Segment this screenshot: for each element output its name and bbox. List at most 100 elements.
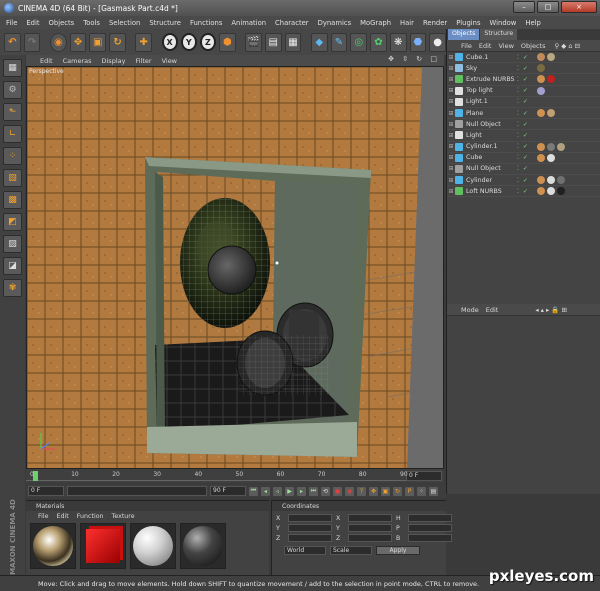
menu-render[interactable]: Render — [423, 19, 447, 27]
cube-primitive-icon[interactable]: ◆ — [310, 32, 328, 52]
mm-menu-file[interactable]: File — [38, 513, 49, 520]
pos-y-input[interactable] — [288, 524, 332, 532]
menu-tools[interactable]: Tools — [83, 19, 100, 27]
close-button[interactable]: × — [561, 1, 597, 13]
expand-icon[interactable]: ⊞ — [447, 143, 455, 150]
world-mode-select[interactable]: World — [284, 546, 326, 555]
am-menu-edit[interactable]: Edit — [486, 306, 499, 314]
x-axis-lock-button[interactable]: X — [161, 33, 178, 51]
pos-x-input[interactable] — [288, 514, 332, 522]
material-red[interactable] — [80, 523, 126, 569]
goto-start-icon[interactable]: ⏮ — [249, 486, 258, 496]
next-key-icon[interactable]: ▸ — [297, 486, 306, 496]
menu-functions[interactable]: Functions — [190, 19, 222, 27]
object-row[interactable]: ⊞ Cylinder ⁚ ✓ — [447, 175, 600, 187]
menu-animation[interactable]: Animation — [231, 19, 266, 27]
size-y-input[interactable] — [348, 524, 392, 532]
snap-icon[interactable]: ▨ — [3, 235, 22, 253]
move-tool-icon[interactable]: ✥ — [69, 32, 87, 52]
scale-tool-icon[interactable]: ▣ — [89, 32, 107, 52]
expand-icon[interactable]: ⊞ — [447, 98, 455, 105]
visibility-flags-icon[interactable]: ⁚ ✓ — [517, 143, 529, 150]
keyframe-selection-icon[interactable]: ? — [357, 486, 366, 496]
rotation-key-icon[interactable]: ↻ — [393, 486, 402, 496]
object-row[interactable]: ⊞ Top light ⁚ ✓ — [447, 86, 600, 97]
object-row[interactable]: ⊞ Null Object ⁚ ✓ — [447, 119, 600, 131]
make-editable-icon[interactable]: ▦ — [3, 59, 22, 77]
om-menu-edit[interactable]: Edit — [479, 42, 492, 50]
tag-icon[interactable] — [537, 153, 545, 162]
tag-icon[interactable] — [547, 75, 555, 84]
menu-mograph[interactable]: MoGraph — [360, 19, 391, 27]
prev-key-icon[interactable]: ◂ — [261, 486, 270, 496]
visibility-flags-icon[interactable]: ⁚ ✓ — [517, 165, 529, 172]
y-axis-lock-button[interactable]: Y — [180, 33, 197, 51]
visibility-flags-icon[interactable]: ⁚ ✓ — [517, 65, 529, 72]
record-keys-icon[interactable]: ● — [333, 486, 342, 496]
deformer-icon[interactable]: ❋ — [389, 32, 407, 52]
expand-icon[interactable]: ⊞ — [447, 110, 455, 117]
autokey-icon[interactable]: ◉ — [345, 486, 354, 496]
am-nav-icons[interactable]: ◂ ▴ ▸ 🔒 ⊞ — [535, 306, 567, 314]
visibility-flags-icon[interactable]: ⁚ ✓ — [517, 54, 529, 61]
array-icon[interactable]: ✿ — [370, 32, 387, 52]
points-mode-icon[interactable]: ⁘ — [3, 147, 22, 165]
menu-edit[interactable]: Edit — [26, 19, 39, 27]
tag-icon[interactable] — [547, 53, 555, 62]
live-selection-icon[interactable]: ◉ — [49, 32, 67, 52]
object-row[interactable]: ⊞ Cylinder.1 ⁚ ✓ — [447, 142, 600, 153]
minimize-button[interactable]: – — [513, 1, 535, 13]
tag-icon[interactable] — [557, 187, 565, 196]
camera-icon[interactable]: ● — [429, 32, 446, 52]
material-chrome[interactable] — [30, 523, 76, 569]
object-row[interactable]: ⊞ Cube ⁚ ✓ — [447, 153, 600, 164]
om-search-icon[interactable]: ⚲ ◆ ⌂ ⊟ — [554, 42, 580, 50]
viewport-menu-filter[interactable]: Filter — [135, 57, 151, 65]
texture-mode-icon[interactable]: ⬑ — [3, 103, 22, 121]
viewport-navigation-icons[interactable]: ✥ ⇳ ↻ □ — [388, 55, 440, 63]
render-settings-icon[interactable]: ▦ — [284, 32, 302, 52]
spline-icon[interactable]: ✎ — [330, 32, 348, 52]
timeline-playhead[interactable] — [33, 471, 39, 481]
object-row[interactable]: ⊞ Plane ⁚ ✓ — [447, 108, 600, 120]
rot-b-input[interactable] — [408, 534, 452, 542]
menu-hair[interactable]: Hair — [400, 19, 414, 27]
menu-help[interactable]: Help — [525, 19, 541, 27]
visibility-flags-icon[interactable]: ⁚ ✓ — [517, 177, 529, 184]
visibility-flags-icon[interactable]: ⁚ ✓ — [517, 121, 529, 128]
mm-menu-edit[interactable]: Edit — [57, 513, 69, 520]
object-row[interactable]: ⊞ Light.1 ⁚ ✓ — [447, 97, 600, 108]
tag-icon[interactable] — [547, 187, 555, 196]
tag-icon[interactable] — [537, 64, 545, 73]
mm-menu-texture[interactable]: Texture — [112, 513, 135, 520]
axis-mode-icon[interactable]: ∟ — [3, 125, 22, 143]
model-mode-icon[interactable]: ⚙ — [3, 81, 22, 99]
scene-icon[interactable]: ⬣ — [409, 32, 427, 52]
preview-range-slider[interactable] — [67, 486, 207, 496]
object-row[interactable]: ⊞ Null Object ⁚ ✓ — [447, 164, 600, 176]
visibility-flags-icon[interactable]: ⁚ ✓ — [517, 132, 529, 139]
current-frame-field[interactable]: 0 F — [406, 471, 442, 481]
render-picture-viewer-icon[interactable]: ▤ — [264, 32, 282, 52]
tag-icon[interactable] — [547, 109, 555, 118]
add-icon[interactable]: ✚ — [135, 32, 153, 52]
expand-icon[interactable]: ⊞ — [447, 132, 455, 139]
viewport-menu-view[interactable]: View — [162, 57, 177, 65]
visibility-flags-icon[interactable]: ⁚ ✓ — [517, 110, 529, 117]
object-row[interactable]: ⊞ Extrude NURBS ⁚ ✓ — [447, 74, 600, 86]
apply-button[interactable]: Apply — [376, 546, 420, 555]
redo-icon[interactable]: ↷ — [23, 32, 41, 52]
tab-objects[interactable]: Objects — [448, 29, 480, 40]
object-row[interactable]: ⊞ Light ⁚ ✓ — [447, 130, 600, 142]
play-icon[interactable]: ▶ — [285, 486, 294, 496]
tag-icon[interactable] — [537, 109, 545, 118]
menu-file[interactable]: File — [6, 19, 17, 27]
expand-icon[interactable]: ⊞ — [447, 121, 455, 128]
om-menu-objects[interactable]: Objects — [521, 42, 546, 50]
menu-plugins[interactable]: Plugins — [456, 19, 480, 27]
tag-icon[interactable] — [547, 142, 555, 151]
om-menu-file[interactable]: File — [461, 42, 472, 50]
size-x-input[interactable] — [348, 514, 392, 522]
visibility-flags-icon[interactable]: ⁚ ✓ — [517, 76, 529, 83]
point-level-icon[interactable]: ⁘ — [417, 486, 426, 496]
